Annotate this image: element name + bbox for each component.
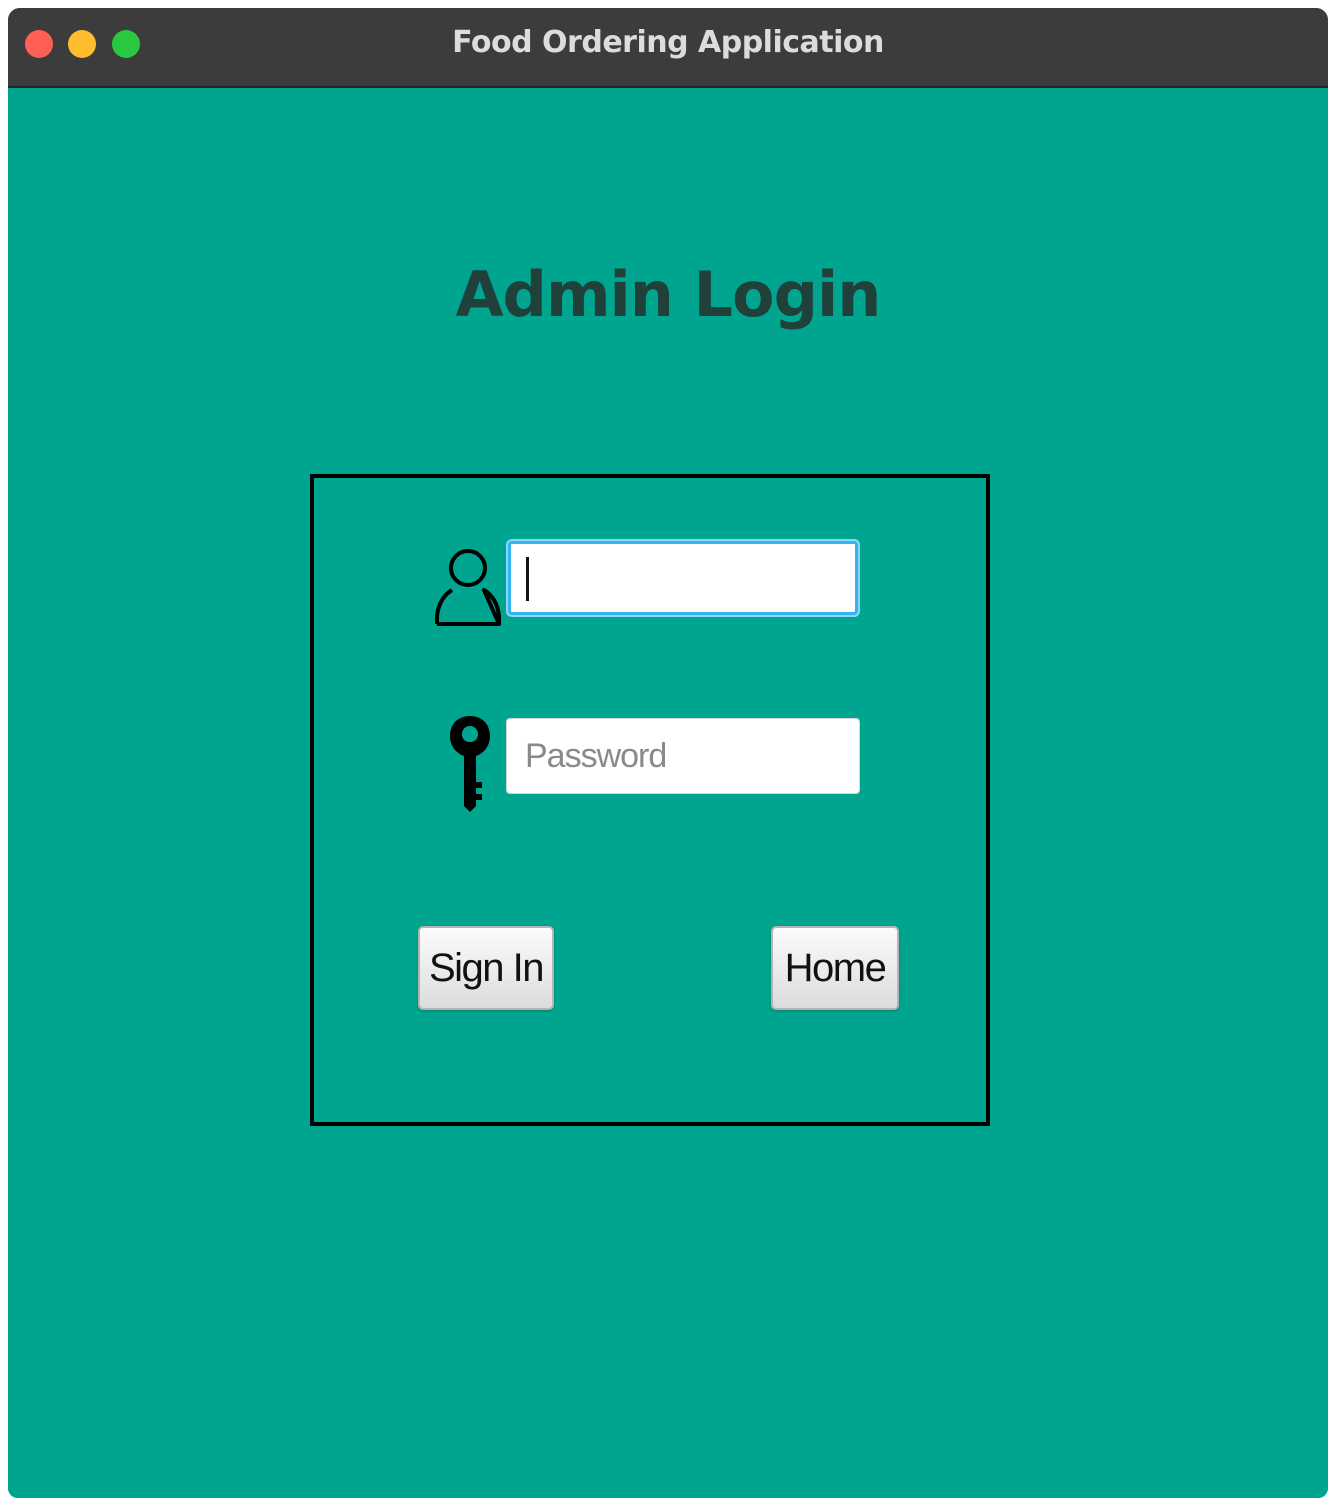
sign-in-button[interactable]: Sign In	[418, 926, 554, 1010]
title-bar: Food Ordering Application	[8, 8, 1328, 88]
key-icon	[450, 716, 490, 812]
home-button[interactable]: Home	[771, 926, 899, 1010]
user-icon	[435, 549, 501, 626]
username-input[interactable]	[508, 541, 858, 615]
window-title: Food Ordering Application	[452, 25, 884, 60]
password-field[interactable]: Password	[506, 718, 860, 794]
login-page: Admin Login Password Sign In Home	[8, 88, 1328, 1498]
text-cursor	[526, 557, 529, 601]
app-window: Food Ordering Application Admin Login Pa…	[8, 8, 1328, 1498]
page-title: Admin Login	[455, 258, 882, 331]
